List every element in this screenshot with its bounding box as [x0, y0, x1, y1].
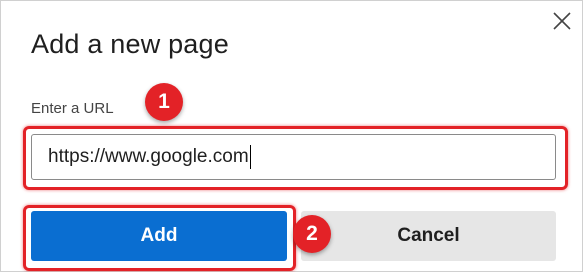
- cancel-button[interactable]: Cancel: [301, 211, 556, 261]
- dialog-title: Add a new page: [31, 29, 229, 59]
- url-input-value: https://www.google.com: [48, 146, 249, 167]
- close-icon-svg: [553, 12, 571, 30]
- step-callout-2: 2: [293, 215, 331, 253]
- add-page-dialog: Add a new page Enter a URL https://www.g…: [0, 0, 583, 272]
- text-caret: [249, 144, 251, 169]
- url-label: Enter a URL: [31, 100, 114, 117]
- close-icon[interactable]: [550, 9, 574, 33]
- add-button[interactable]: Add: [31, 211, 287, 261]
- step-callout-1: 1: [145, 83, 183, 121]
- url-input[interactable]: https://www.google.com: [31, 134, 556, 180]
